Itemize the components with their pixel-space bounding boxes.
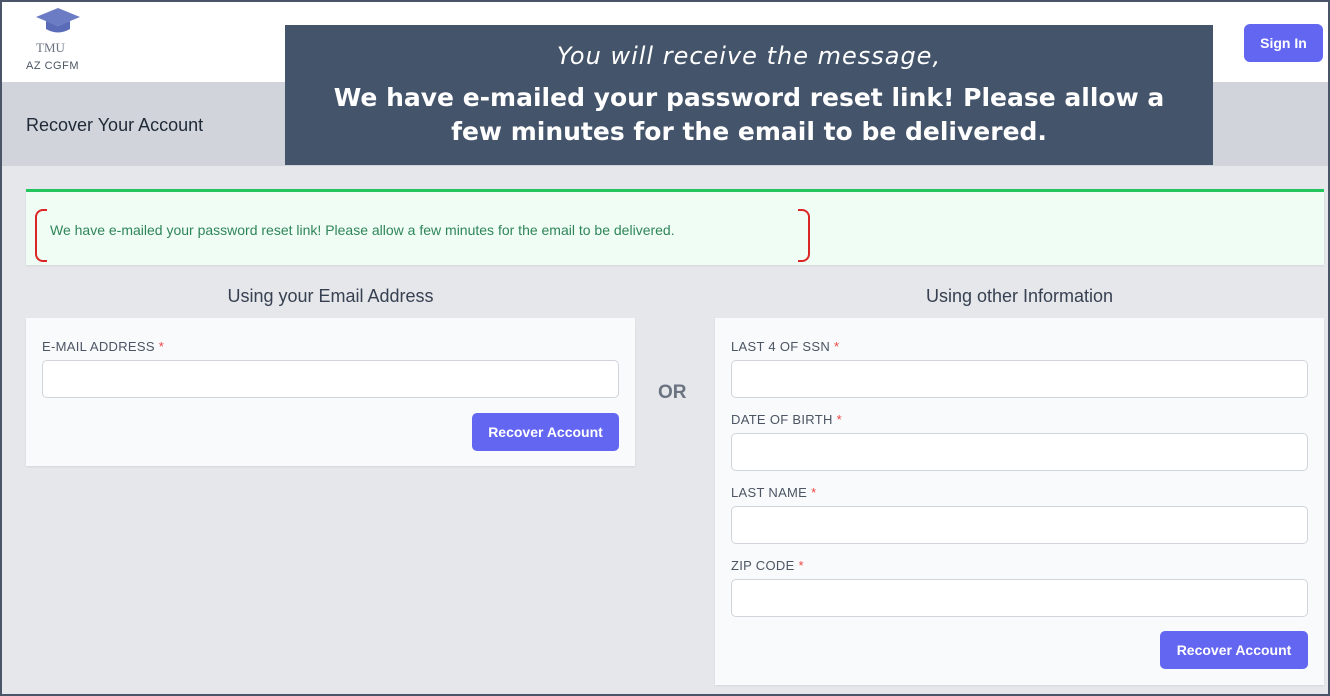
email-input[interactable] xyxy=(42,360,619,398)
page-frame: TMU AZ CGFM Sign In Recover Your Account… xyxy=(0,0,1330,696)
graduation-cap-icon xyxy=(36,8,80,33)
highlight-bracket-right xyxy=(798,209,810,262)
email-recovery-panel: E-MAIL ADDRESS * Recover Account xyxy=(26,318,635,466)
success-message: We have e-mailed your password reset lin… xyxy=(50,222,675,238)
ssn-field-label: LAST 4 OF SSN * xyxy=(731,339,840,354)
recover-account-info-button[interactable]: Recover Account xyxy=(1160,631,1308,669)
dob-input[interactable] xyxy=(731,433,1308,471)
callout-line-2: We have e-mailed your password reset lin… xyxy=(333,83,1165,146)
info-recovery-panel: LAST 4 OF SSN * DATE OF BIRTH * LAST NAM… xyxy=(715,318,1324,685)
email-section-heading: Using your Email Address xyxy=(227,286,434,306)
callout-line-1: You will receive the message, xyxy=(556,42,942,70)
lastname-field-label: LAST NAME * xyxy=(731,485,817,500)
page-title: Recover Your Account xyxy=(26,115,204,135)
highlight-bracket-left xyxy=(35,209,47,262)
success-alert: We have e-mailed your password reset lin… xyxy=(26,189,1324,265)
logo[interactable]: TMU AZ CGFM xyxy=(22,6,102,78)
info-section-heading: Using other Information xyxy=(925,286,1114,306)
recover-account-email-button[interactable]: Recover Account xyxy=(472,413,619,451)
or-divider: OR xyxy=(658,382,687,403)
org-name: AZ CGFM xyxy=(26,60,79,72)
zip-input[interactable] xyxy=(731,579,1308,617)
ssn-input[interactable] xyxy=(731,360,1308,398)
required-marker: * xyxy=(158,339,165,354)
zip-field-label: ZIP CODE * xyxy=(731,558,804,573)
dob-field-label: DATE OF BIRTH * xyxy=(731,412,842,427)
logo-text: TMU xyxy=(36,40,65,55)
required-marker: * xyxy=(811,485,817,500)
required-marker: * xyxy=(833,339,840,354)
required-marker: * xyxy=(798,558,804,573)
email-field-label: E-MAIL ADDRESS * xyxy=(42,339,165,354)
instruction-callout: You will receive the message, We have e-… xyxy=(285,25,1213,165)
required-marker: * xyxy=(836,412,842,427)
lastname-input[interactable] xyxy=(731,506,1308,544)
sign-in-button[interactable]: Sign In xyxy=(1244,24,1323,62)
